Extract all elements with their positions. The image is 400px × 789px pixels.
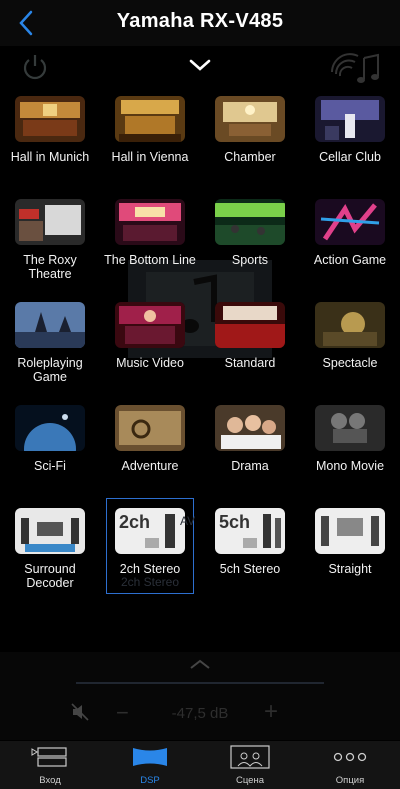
program-tile-action-game[interactable]: Action Game [300,191,400,294]
volume-value: -47,5 dB [171,705,229,722]
chamber-thumbnail [215,96,285,142]
concert-thumbnail [115,302,185,348]
speaker-room-thumbnail: 5ch [215,508,285,554]
control-bar [0,46,400,88]
thumb-text: 5ch [219,512,250,532]
sports-thumbnail [215,199,285,245]
page-title: Yamaha RX-V485 [116,10,284,32]
tab-options[interactable]: Опция [300,741,400,789]
program-tile-hall-in-vienna[interactable]: Hall in Vienna [100,88,200,191]
drama-thumbnail [215,405,285,451]
program-tile-standard[interactable]: Standard [200,294,300,397]
program-tile-mono-movie[interactable]: Mono Movie [300,397,400,500]
program-tile-sports[interactable]: Sports [200,191,300,294]
dsp-icon [133,748,167,766]
background-ghost-tag: AV [180,514,196,528]
volume-up-button[interactable]: + [264,698,278,726]
program-tile-surround-decoder[interactable]: Surround Decoder [0,500,100,603]
game-thumbnail [15,302,85,348]
program-tile-roleplaying-game[interactable]: Roleplaying Game [0,294,100,397]
mute-icon[interactable] [70,702,90,722]
program-tile-the-roxy-theatre[interactable]: The Roxy Theatre [0,191,100,294]
hall-thumbnail [15,96,85,142]
hall-thumbnail [115,96,185,142]
scene-icon [230,745,270,769]
chevron-down-icon[interactable] [188,58,212,72]
tab-scene[interactable]: Сцена [200,741,300,789]
program-tile-sci-fi[interactable]: Sci-Fi [0,397,100,500]
chevron-up-icon[interactable] [188,658,212,670]
game-thumbnail [315,199,385,245]
adventure-thumbnail [115,405,185,451]
program-tile-5ch-stereo[interactable]: 5ch 5ch Stereo [200,500,300,603]
speaker-room-thumbnail [315,508,385,554]
theatre-thumbnail [15,199,85,245]
power-icon[interactable] [20,52,50,82]
music-note-icon[interactable] [328,50,382,86]
club-thumbnail [315,96,385,142]
program-tile-the-bottom-line[interactable]: The Bottom Line [100,191,200,294]
volume-down-button[interactable]: − [116,700,129,726]
program-tile-straight[interactable]: Straight [300,500,400,603]
program-tile-drama[interactable]: Drama [200,397,300,500]
projector-thumbnail [315,405,385,451]
volume-slider-track[interactable] [76,682,324,684]
club-thumbnail [115,199,185,245]
spectacle-thumbnail [315,302,385,348]
program-tile-adventure[interactable]: Adventure [100,397,200,500]
bottom-tab-bar: Вход DSP Сцена Опция [0,741,400,789]
program-tile-hall-in-munich[interactable]: Hall in Munich [0,88,100,191]
tab-dsp[interactable]: DSP [100,741,200,789]
program-tile-spectacle[interactable]: Spectacle [300,294,400,397]
input-icon [31,747,67,767]
program-tile-chamber[interactable]: Chamber [200,88,300,191]
more-options-icon [333,752,367,762]
speaker-room-thumbnail [15,508,85,554]
background-ghost-label: 2ch Stereo [120,575,180,589]
tab-input[interactable]: Вход [0,741,100,789]
volume-panel: − -47,5 dB + [0,652,400,740]
cinema-thumbnail [215,302,285,348]
scifi-thumbnail [15,405,85,451]
program-tile-music-video[interactable]: Music Video [100,294,200,397]
program-tile-cellar-club[interactable]: Cellar Club [300,88,400,191]
header: Yamaha RX-V485 [0,0,400,46]
